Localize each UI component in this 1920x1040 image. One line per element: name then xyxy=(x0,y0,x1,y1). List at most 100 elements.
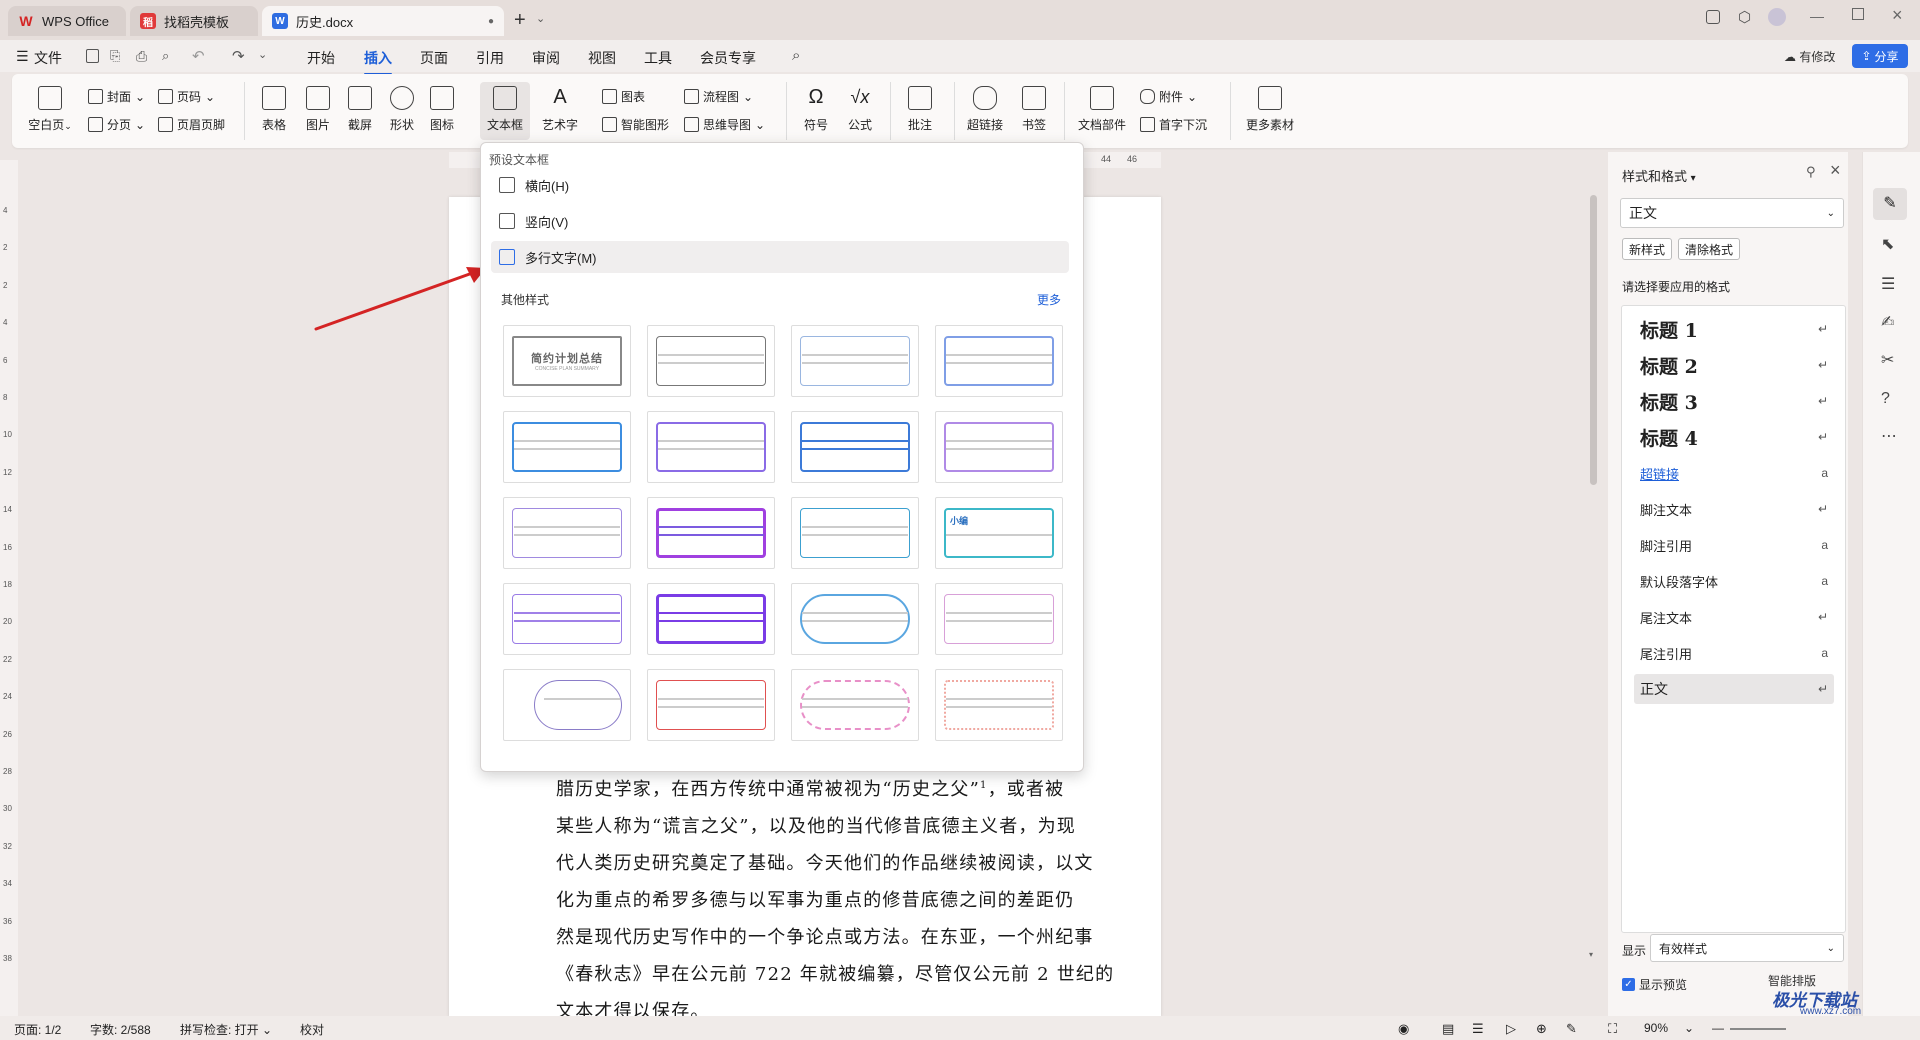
template-thumb[interactable] xyxy=(503,411,631,483)
multiline-textbox-item[interactable]: 多行文字(M) xyxy=(491,241,1069,273)
vertical-textbox-item[interactable]: 竖向(V) xyxy=(491,205,1069,237)
minimize-icon[interactable]: — xyxy=(1810,8,1824,24)
cover-button[interactable]: 封面 ⌄ xyxy=(88,88,145,105)
scroll-down-icon[interactable]: ▾ xyxy=(1589,950,1593,959)
doc-line-4[interactable]: 化为重点的希罗多德与以军事为重点的修昔底德之间的差距仍 xyxy=(556,886,1074,912)
template-thumb[interactable] xyxy=(935,583,1063,655)
edit-style-icon[interactable]: ✎ xyxy=(1873,188,1907,220)
screenshot-button[interactable]: 截屏 xyxy=(340,86,380,133)
mindmap-button[interactable]: 思维导图 ⌄ xyxy=(684,116,765,133)
avatar[interactable] xyxy=(1768,8,1786,26)
cube-icon[interactable]: ⬡ xyxy=(1738,8,1751,26)
outline-icon[interactable]: ☰ xyxy=(1472,1021,1484,1037)
tab-home[interactable]: 开始 xyxy=(307,48,335,68)
redo-icon[interactable]: ↷ xyxy=(232,47,245,65)
style-item[interactable]: 标题 3 ↵ xyxy=(1634,386,1834,416)
tab-docer[interactable]: 稻 找稻壳模板 xyxy=(130,6,258,36)
new-style-button[interactable]: 新样式 xyxy=(1622,238,1673,260)
doc-parts-button[interactable]: 文档部件 xyxy=(1072,86,1132,133)
wordart-button[interactable]: A 艺术字 xyxy=(536,86,584,133)
more-icon[interactable]: ⋯ xyxy=(1881,426,1897,446)
table-button[interactable]: 表格 xyxy=(252,86,296,133)
doc-line-1[interactable]: 腊历史学家，在西方传统中通常被视为“历史之父”1，或者被 xyxy=(556,775,1064,801)
tab-member[interactable]: 会员专享 xyxy=(700,48,756,68)
tab-insert[interactable]: 插入 xyxy=(364,48,392,75)
revision-button[interactable]: ☁ 有修改 xyxy=(1784,48,1835,65)
page-number-button[interactable]: 页码 ⌄ xyxy=(158,88,215,105)
symbol-button[interactable]: Ω 符号 xyxy=(796,86,836,133)
header-footer-button[interactable]: 页眉页脚 xyxy=(158,116,225,133)
tab-review[interactable]: 审阅 xyxy=(532,48,560,68)
template-thumb[interactable] xyxy=(503,583,631,655)
template-thumb[interactable] xyxy=(503,669,631,741)
tab-modified-dot-icon[interactable]: ● xyxy=(488,16,494,27)
globe-icon[interactable]: ⊕ xyxy=(1536,1021,1547,1037)
zoom-level[interactable]: 90% xyxy=(1644,1021,1668,1035)
undo-icon[interactable]: ↶ xyxy=(192,47,205,65)
edit-doc-icon[interactable]: ✍ xyxy=(1881,312,1894,332)
dropcap-button[interactable]: 首字下沉 xyxy=(1140,116,1207,133)
new-tab-icon[interactable]: + xyxy=(514,9,526,32)
template-thumb[interactable] xyxy=(935,411,1063,483)
page-indicator[interactable]: 页面: 1/2 xyxy=(14,1021,61,1038)
style-item[interactable]: 标题 4 ↵ xyxy=(1634,422,1834,452)
formula-button[interactable]: √x 公式 xyxy=(840,86,880,133)
style-item[interactable]: 正文 ↵ xyxy=(1634,674,1834,704)
print-icon[interactable]: ⎙ xyxy=(136,48,147,65)
current-style-select[interactable]: 正文 ⌄ xyxy=(1620,198,1844,228)
style-item[interactable]: 尾注文本 ↵ xyxy=(1634,602,1834,632)
fit-page-icon[interactable]: ⛶ xyxy=(1608,1021,1617,1037)
style-item[interactable]: 默认段落字体 a xyxy=(1634,566,1834,596)
template-thumb[interactable]: 小编 xyxy=(935,497,1063,569)
hamburger-icon[interactable]: ☰ xyxy=(16,48,29,65)
spell-check[interactable]: 拼写检查: 打开 ⌄ xyxy=(180,1021,272,1038)
doc-line-2[interactable]: 某些人称为“谎言之父”，以及他的当代修昔底德主义者，为现 xyxy=(556,812,1076,838)
eye-icon[interactable]: ◉ xyxy=(1398,1021,1409,1037)
hyperlink-button[interactable]: 超链接 xyxy=(962,86,1008,133)
attachment-button[interactable]: 附件 ⌄ xyxy=(1140,88,1197,105)
save-icon[interactable] xyxy=(86,49,99,63)
clear-format-button[interactable]: 清除格式 xyxy=(1678,238,1741,260)
tab-page[interactable]: 页面 xyxy=(420,48,448,68)
bookmark-button[interactable]: 书签 xyxy=(1014,86,1054,133)
style-item[interactable]: 标题 2 ↵ xyxy=(1634,350,1834,380)
template-thumb[interactable] xyxy=(791,583,919,655)
horizontal-textbox-item[interactable]: 横向(H) xyxy=(491,169,1069,201)
template-thumb[interactable] xyxy=(791,669,919,741)
template-thumb[interactable] xyxy=(791,497,919,569)
template-thumb[interactable] xyxy=(791,411,919,483)
blank-page-button[interactable]: 空白页⌄ xyxy=(28,86,72,133)
select-icon[interactable]: ⬉ xyxy=(1881,234,1894,254)
close-icon[interactable]: × xyxy=(1892,5,1903,26)
document-scrollbar[interactable]: ▾ xyxy=(1588,185,1600,1020)
doc-line-3[interactable]: 代人类历史研究奠定了基础。今天他们的作品继续被阅读，以文 xyxy=(556,849,1094,875)
template-thumb[interactable] xyxy=(503,497,631,569)
zoom-out-icon[interactable]: — xyxy=(1712,1021,1724,1035)
restore-icon[interactable] xyxy=(1852,8,1864,20)
style-item[interactable]: 超链接 a xyxy=(1634,458,1834,488)
template-thumb[interactable] xyxy=(935,325,1063,397)
pin-icon[interactable]: ⚲ xyxy=(1806,164,1816,180)
tools-icon[interactable]: ✂ xyxy=(1881,350,1894,370)
comment-button[interactable]: 批注 xyxy=(900,86,940,133)
quick-access-chevron-icon[interactable]: ⌄ xyxy=(258,48,267,61)
flowchart-button[interactable]: 流程图 ⌄ xyxy=(684,88,753,105)
tab-references[interactable]: 引用 xyxy=(476,48,504,68)
doc-line-5[interactable]: 然是现代历史写作中的一个争论点或方法。在东亚，一个州纪事 xyxy=(556,923,1094,949)
tab-view[interactable]: 视图 xyxy=(588,48,616,68)
styles-panel-title[interactable]: 样式和格式 ▾ xyxy=(1622,166,1696,185)
picture-button[interactable]: 图片 xyxy=(298,86,338,133)
preview-checkbox[interactable]: ✓ 显示预览 xyxy=(1622,976,1687,993)
export-icon[interactable]: ⎘ xyxy=(110,48,120,64)
page-break-button[interactable]: 分页 ⌄ xyxy=(88,116,145,133)
doc-line-6[interactable]: 《春秋志》早在公元前 722 年就被编纂，尽管仅公元前 2 世纪的 xyxy=(556,960,1114,986)
settings-sliders-icon[interactable]: ☰ xyxy=(1881,274,1895,294)
zoom-dropdown-icon[interactable]: ⌄ xyxy=(1684,1021,1694,1035)
template-thumb[interactable] xyxy=(647,411,775,483)
scroll-thumb[interactable] xyxy=(1590,195,1597,485)
style-item[interactable]: 标题 1 ↵ xyxy=(1634,314,1834,344)
tab-history-docx[interactable]: W 历史.docx ● xyxy=(262,6,504,36)
pen-icon[interactable]: ✎ xyxy=(1566,1021,1577,1037)
style-item[interactable]: 尾注引用 a xyxy=(1634,638,1834,668)
style-item[interactable]: 脚注文本 ↵ xyxy=(1634,494,1834,524)
